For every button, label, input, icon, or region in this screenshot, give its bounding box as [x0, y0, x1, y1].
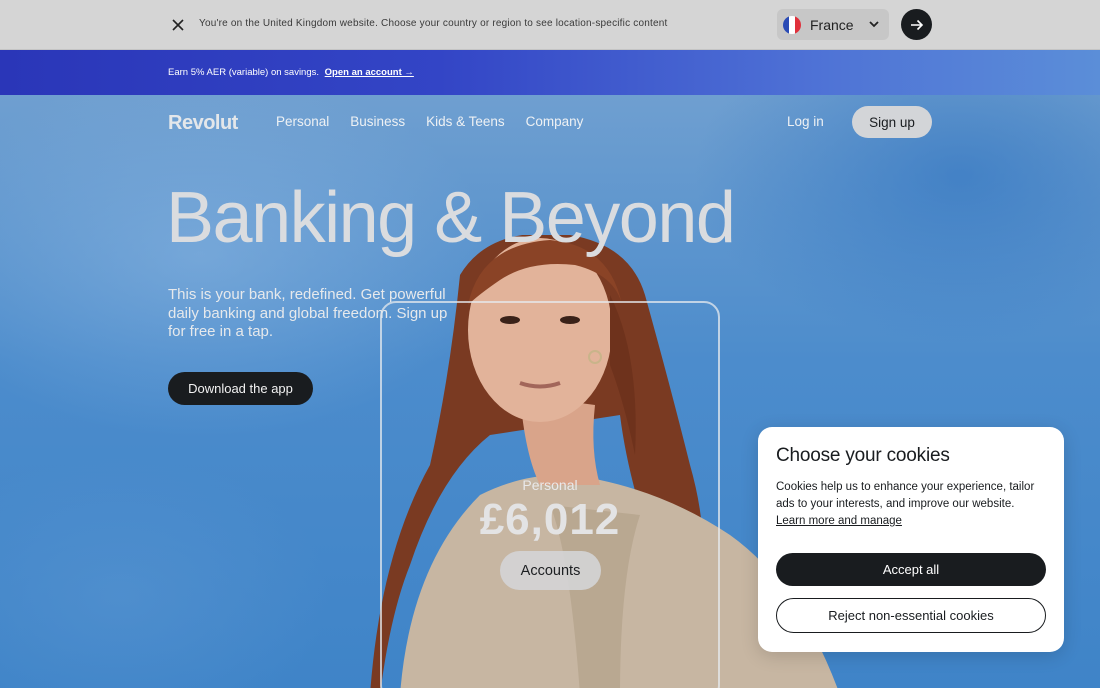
nav-item-kids-teens[interactable]: Kids & Teens	[426, 114, 505, 129]
promo-text: Earn 5% AER (variable) on savings. Open …	[168, 67, 414, 78]
nav-item-business[interactable]: Business	[350, 114, 405, 129]
reject-cookies-button[interactable]: Reject non-essential cookies	[776, 598, 1046, 633]
country-select[interactable]: France	[777, 9, 889, 40]
cookie-dialog-body: Cookies help us to enhance your experien…	[776, 479, 1048, 530]
country-submit-button[interactable]	[901, 9, 932, 40]
account-label: Personal	[522, 477, 578, 493]
selected-country: France	[810, 16, 854, 33]
main-nav: Personal Business Kids & Teens Company	[276, 114, 583, 129]
cookie-dialog-text: Cookies help us to enhance your experien…	[776, 481, 1035, 510]
learn-more-link[interactable]: Learn more and manage	[776, 515, 902, 527]
country-banner: You're on the United Kingdom website. Ch…	[0, 0, 1100, 50]
chevron-down-icon	[867, 17, 881, 36]
hero-headline: Banking & Beyond	[166, 178, 736, 258]
cookie-dialog-title: Choose your cookies	[776, 445, 950, 466]
close-icon[interactable]	[168, 15, 188, 35]
country-banner-message: You're on the United Kingdom website. Ch…	[199, 18, 668, 29]
download-app-button[interactable]: Download the app	[168, 372, 313, 405]
revolut-logo[interactable]: Revolut	[168, 112, 238, 135]
accept-all-button[interactable]: Accept all	[776, 553, 1046, 586]
promo-message: Earn 5% AER (variable) on savings.	[168, 67, 320, 78]
open-account-link[interactable]: Open an account →	[325, 67, 414, 78]
login-link[interactable]: Log in	[787, 114, 824, 129]
promo-bar: Earn 5% AER (variable) on savings. Open …	[0, 50, 1100, 95]
nav-item-personal[interactable]: Personal	[276, 114, 329, 129]
signup-button[interactable]: Sign up	[852, 106, 932, 138]
france-flag-icon	[783, 15, 801, 34]
account-amount: £6,012	[479, 495, 621, 544]
arrow-right-icon	[910, 19, 923, 30]
nav-item-company[interactable]: Company	[526, 114, 584, 129]
accounts-button[interactable]: Accounts	[500, 551, 601, 590]
cookie-dialog: Choose your cookies Cookies help us to e…	[758, 427, 1064, 652]
